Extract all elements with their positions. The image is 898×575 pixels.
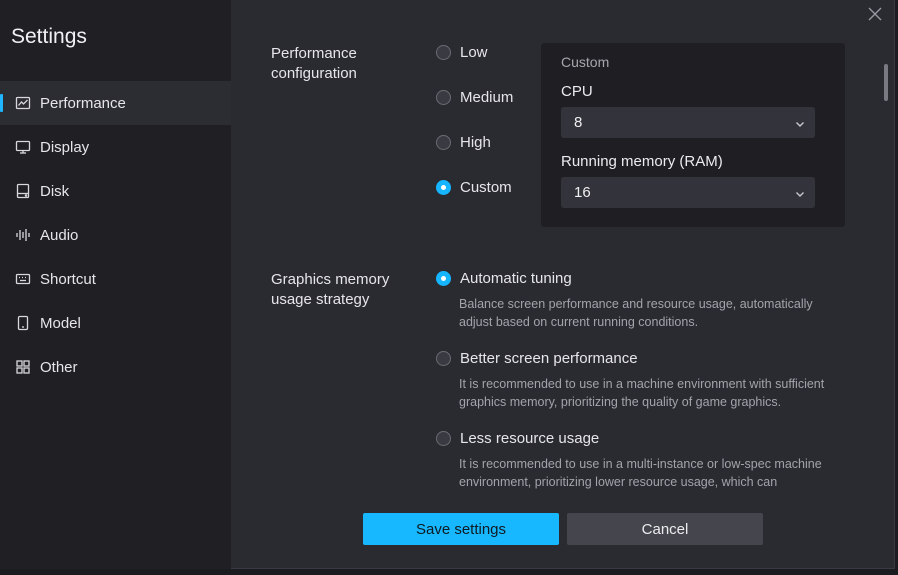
radio-label: Less resource usage [460, 430, 600, 447]
sidebar-item-disk[interactable]: Disk [0, 169, 231, 213]
radio-button-selected[interactable] [436, 180, 451, 195]
audio-waveform-icon [15, 227, 31, 243]
radio-custom[interactable]: Custom [436, 179, 512, 196]
option-description: Balance screen performance and resource … [459, 297, 813, 329]
radio-button[interactable] [436, 135, 451, 150]
sidebar-item-model[interactable]: Model [0, 301, 231, 345]
phone-icon [15, 315, 31, 331]
radio-button[interactable] [436, 351, 451, 366]
performance-chart-icon [15, 95, 31, 111]
monitor-icon [15, 139, 31, 155]
radio-label: High [460, 134, 491, 151]
radio-less-resource-usage[interactable]: Less resource usage [436, 430, 599, 447]
sidebar-item-label: Audio [40, 226, 79, 244]
radio-label: Better screen performance [460, 350, 638, 367]
sidebar-item-label: Disk [40, 182, 70, 200]
option-description: It is recommended to use in a multi-inst… [459, 457, 822, 489]
cpu-select[interactable]: 8 [561, 107, 815, 138]
sidebar-item-shortcut[interactable]: Shortcut [0, 257, 231, 301]
radio-label: Medium [460, 89, 514, 106]
radio-medium[interactable]: Medium [436, 89, 513, 106]
sidebar-item-performance[interactable]: Performance [0, 81, 231, 125]
cpu-label: CPU [561, 83, 593, 100]
radio-label: Custom [460, 179, 512, 196]
settings-title: Settings [11, 25, 87, 48]
sidebar-item-label: Display [40, 138, 90, 156]
radio-button[interactable] [436, 90, 451, 105]
disk-icon [15, 183, 31, 199]
radio-button[interactable] [436, 45, 451, 60]
sidebar-item-other[interactable]: Other [0, 345, 231, 389]
cancel-button[interactable]: Cancel [567, 513, 763, 545]
radio-label: Automatic tuning [460, 270, 572, 287]
custom-config-panel: Custom CPU 8 Running memory (RAM) 16 [541, 43, 845, 227]
settings-window: Settings Performance Display Disk Audio … [0, 0, 895, 569]
radio-high[interactable]: High [436, 134, 491, 151]
chevron-down-icon [794, 117, 806, 129]
custom-panel-title: Custom [561, 54, 610, 70]
ram-select-value: 16 [574, 184, 591, 201]
radio-low[interactable]: Low [436, 44, 488, 61]
close-icon [868, 7, 882, 21]
sidebar-nav: Performance Display Disk Audio Shortcut … [0, 81, 231, 389]
keyboard-icon [15, 271, 31, 287]
sidebar-item-label: Shortcut [40, 270, 96, 288]
grid-icon [15, 359, 31, 375]
close-button[interactable] [866, 5, 884, 23]
radio-label: Low [460, 44, 488, 61]
radio-better-screen-performance[interactable]: Better screen performance [436, 350, 638, 367]
performance-config-label: Performance configuration [271, 45, 357, 82]
sidebar-item-display[interactable]: Display [0, 125, 231, 169]
sidebar-item-audio[interactable]: Audio [0, 213, 231, 257]
sidebar: Settings Performance Display Disk Audio … [0, 0, 231, 569]
radio-button[interactable] [436, 431, 451, 446]
graphics-strategy-label: Graphics memory usage strategy [271, 271, 390, 308]
cpu-select-value: 8 [574, 114, 583, 131]
save-settings-button[interactable]: Save settings [363, 513, 559, 545]
sidebar-item-label: Model [40, 314, 81, 332]
radio-automatic-tuning[interactable]: Automatic tuning [436, 270, 572, 287]
chevron-down-icon [794, 187, 806, 199]
scrollbar-thumb[interactable] [884, 64, 888, 101]
ram-label: Running memory (RAM) [561, 153, 723, 170]
option-description: It is recommended to use in a machine en… [459, 377, 825, 409]
sidebar-item-label: Other [40, 358, 78, 376]
sidebar-item-label: Performance [40, 94, 126, 112]
radio-button-selected[interactable] [436, 271, 451, 286]
ram-select[interactable]: 16 [561, 177, 815, 208]
